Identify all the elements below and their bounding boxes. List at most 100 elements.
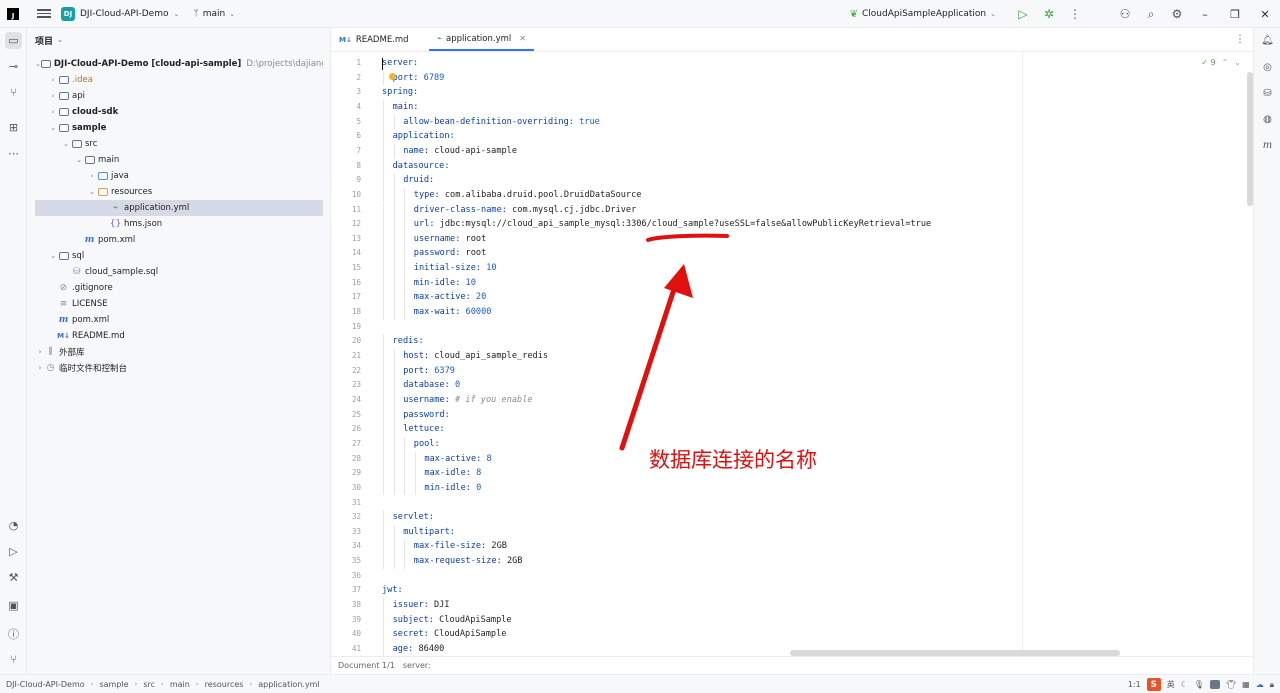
yaml-value: 2GB (486, 541, 507, 552)
services-icon[interactable]: ◔ (5, 517, 22, 534)
build-icon[interactable]: ⚒ (5, 569, 22, 586)
tree-item[interactable]: ≡ LICENSE (35, 296, 323, 312)
tab-readme[interactable]: M↓ README.md (331, 28, 417, 51)
yaml-value: 0 (449, 380, 461, 391)
status-crumb[interactable]: resources (205, 680, 244, 689)
problems-icon[interactable]: ⓘ (5, 625, 22, 642)
chevron-right-icon[interactable]: › (48, 76, 58, 84)
tree-item[interactable]: ⌄ sample (35, 120, 323, 136)
close-icon[interactable]: ✕ (1250, 0, 1280, 28)
tree-item[interactable]: ⌄ src (35, 136, 323, 152)
run-icon[interactable]: ▷ (1010, 0, 1036, 28)
chevron-down-icon[interactable]: ⌄ (87, 188, 97, 196)
ime-language[interactable]: 英 (1167, 679, 1175, 690)
moon-icon[interactable]: ☾ (1181, 680, 1188, 689)
chevron-down-icon[interactable]: ⌄ (74, 156, 84, 164)
maven-icon[interactable]: m (1260, 138, 1275, 153)
status-crumb[interactable]: DJI-Cloud-API-Demo (6, 680, 85, 689)
chevron-down-icon[interactable]: ⌄ (1234, 58, 1241, 67)
notifications-icon[interactable]: 🔔︎ (1260, 33, 1275, 48)
tree-item[interactable]: M↓ README.md (35, 328, 323, 344)
more-actions-icon[interactable]: ⋮ (1062, 0, 1088, 28)
indent-guide (383, 114, 384, 130)
main-menu-icon[interactable] (37, 9, 51, 18)
line-number: 34 (351, 541, 361, 551)
status-crumb[interactable]: application.yml (258, 680, 319, 689)
tree-item[interactable]: m pom.xml (35, 312, 323, 328)
maximize-icon[interactable]: ❐ (1220, 0, 1250, 28)
grid-icon[interactable]: ▦ (1242, 680, 1250, 689)
search-icon[interactable]: ⌕ (1138, 0, 1164, 28)
tree-item[interactable]: › ⫼ 外部库 (35, 344, 323, 360)
pull-request-icon[interactable]: ⑂ (5, 84, 22, 101)
tree-item[interactable]: › .idea (35, 72, 323, 88)
minimize-icon[interactable]: – (1190, 0, 1220, 28)
branch-switcher[interactable]: ᛘ main ⌄ (193, 9, 235, 19)
inspection-widget[interactable]: ✓ 9 ⌃ ⌄ (1201, 58, 1241, 67)
project-panel-header[interactable]: 项目 ⌄ (27, 28, 330, 52)
tree-item[interactable]: ⌄ main (35, 152, 323, 168)
project-switcher[interactable]: DJ DJI-Cloud-API-Demo ⌄ (61, 6, 179, 21)
globe-icon[interactable]: ◍ (1260, 112, 1275, 127)
gear-icon[interactable]: ⚙ (1164, 0, 1190, 28)
shirt-icon[interactable]: 👕︎ (1226, 680, 1236, 689)
indent-guide (404, 480, 406, 496)
folder-icon[interactable]: ▭ (5, 32, 22, 49)
tree-item[interactable]: ⛁ cloud_sample.sql (35, 264, 323, 280)
jetbrains-logo-icon[interactable]: J (7, 7, 19, 20)
tree-item[interactable]: › java (35, 168, 323, 184)
cloud-icon[interactable]: ☁ (1256, 680, 1264, 689)
add-user-icon[interactable]: ⚇ (1112, 0, 1138, 28)
git-icon[interactable]: ⑂ (5, 651, 22, 668)
indent-guide (393, 407, 395, 423)
indent-guide (404, 275, 406, 291)
tree-item[interactable]: ⌄ sql (35, 248, 323, 264)
tree-item[interactable]: › cloud-sdk (35, 104, 323, 120)
lightbulb-icon[interactable] (389, 73, 396, 80)
chevron-down-icon[interactable]: ⌄ (61, 140, 71, 148)
chevron-right-icon[interactable]: › (35, 348, 45, 356)
structure-icon[interactable]: ⊞ (5, 119, 22, 136)
lock-icon[interactable]: 🔒︎ (1270, 680, 1274, 690)
status-crumb[interactable]: src (143, 680, 155, 689)
tree-item[interactable]: ⌄ DJI-Cloud-API-Demo [cloud-api-sample] D:… (35, 56, 323, 72)
commit-icon[interactable]: ⊸ (5, 58, 22, 75)
terminal-icon[interactable]: ▣ (5, 597, 22, 614)
database-icon[interactable]: ⛁ (1260, 86, 1275, 101)
run-icon[interactable]: ▷ (5, 543, 22, 560)
document-indicator[interactable]: Document 1/1 (338, 661, 395, 670)
chevron-up-icon[interactable]: ⌃ (1222, 58, 1229, 67)
tab-options-icon[interactable]: ⋮ (1235, 34, 1245, 45)
tree-item[interactable]: ⌄ resources (35, 184, 323, 200)
yaml-key: allow-bean-definition-overriding: (403, 116, 574, 127)
status-crumb[interactable]: sample (99, 680, 128, 689)
run-config-selector[interactable]: ❦ CloudApiSampleApplication ⌄ (850, 9, 996, 20)
close-tab-icon[interactable]: ✕ (519, 34, 526, 43)
chevron-right-icon[interactable]: › (35, 364, 45, 372)
microphone-icon[interactable]: 🎙︎ (1194, 680, 1204, 689)
folder-icon (40, 59, 51, 69)
chevron-right-icon[interactable]: › (48, 108, 58, 116)
chevron-down-icon[interactable]: ⌄ (48, 124, 58, 132)
code-line: port: 6789 (393, 71, 445, 85)
tree-item[interactable]: {} hms.json (35, 216, 323, 232)
chevron-down-icon[interactable]: ⌄ (48, 252, 58, 260)
chevron-right-icon: › (161, 680, 164, 688)
tree-item[interactable]: ⌁ application.yml (35, 200, 323, 216)
chevron-right-icon[interactable]: › (48, 92, 58, 100)
status-crumb[interactable]: main (170, 680, 190, 689)
chevron-right-icon[interactable]: › (87, 172, 97, 180)
tree-item[interactable]: ⊘ .gitignore (35, 280, 323, 296)
caret-position[interactable]: 1:1 (1128, 680, 1141, 689)
tab-application-yml[interactable]: ⌁ application.yml ✕ (428, 28, 534, 51)
debug-icon[interactable]: ✲ (1036, 0, 1062, 28)
yaml-value: root (460, 248, 487, 259)
tree-item[interactable]: m pom.xml (35, 232, 323, 248)
more-icon[interactable]: ⋯ (5, 145, 22, 162)
sogou-ime-logo[interactable]: S (1146, 678, 1161, 691)
tree-item[interactable]: › ◷ 临时文件和控制台 (35, 360, 323, 376)
tree-item[interactable]: › api (35, 88, 323, 104)
ai-assistant-icon[interactable]: ◎ (1260, 60, 1275, 75)
keyboard-icon[interactable] (1210, 680, 1221, 689)
breadcrumb-path[interactable]: server: (403, 661, 431, 670)
